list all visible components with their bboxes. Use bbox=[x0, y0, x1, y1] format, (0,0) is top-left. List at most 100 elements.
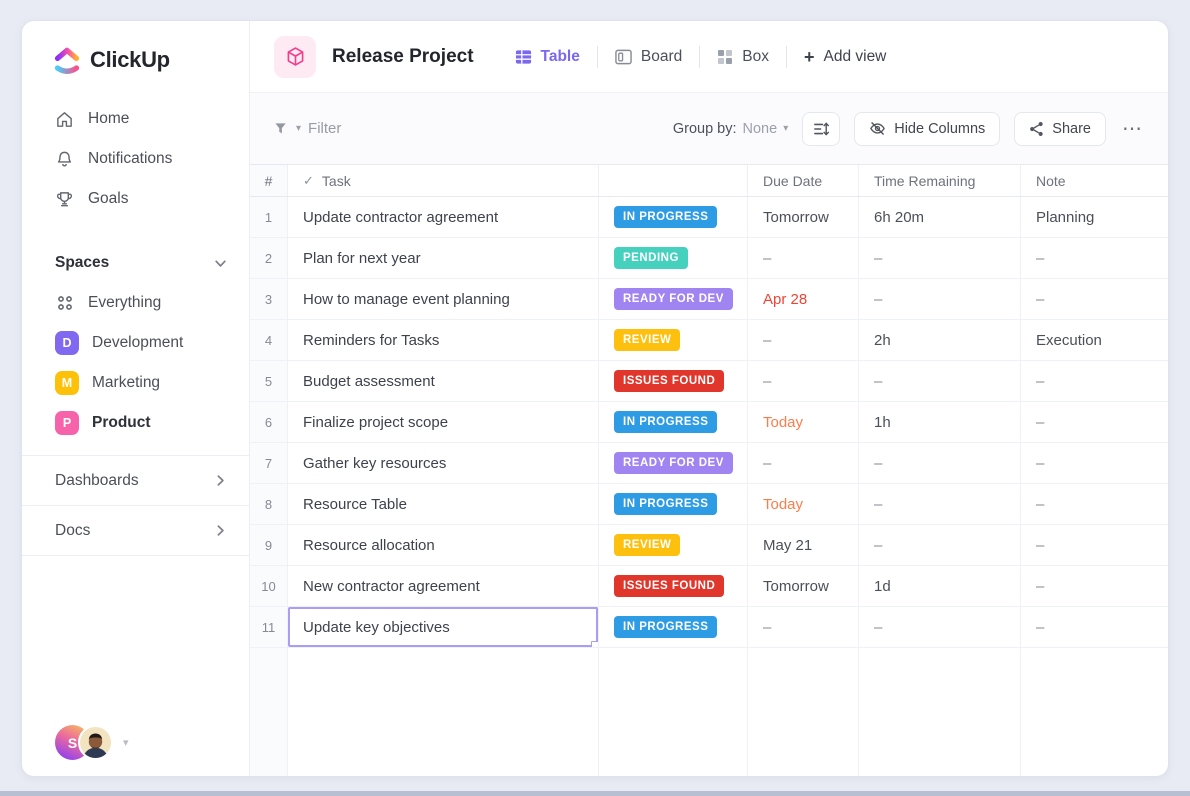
column-header-due-date[interactable]: Due Date bbox=[748, 165, 859, 196]
sidebar-item-dashboards[interactable]: Dashboards bbox=[22, 456, 249, 505]
due-date-cell[interactable]: – bbox=[748, 238, 859, 278]
table-row[interactable]: 9 Resource allocation REVIEW May 21 – – bbox=[250, 525, 1168, 566]
teammate-avatar[interactable] bbox=[78, 725, 113, 760]
task-name-cell[interactable]: Plan for next year bbox=[288, 238, 599, 278]
task-name-cell[interactable]: New contractor agreement bbox=[288, 566, 599, 606]
task-name-cell[interactable]: Update key objectives bbox=[288, 607, 599, 647]
avatar-menu-caret[interactable]: ▾ bbox=[123, 736, 129, 749]
time-remaining-cell[interactable]: – bbox=[859, 361, 1021, 401]
column-header-note[interactable]: Note bbox=[1021, 165, 1168, 196]
more-options-button[interactable]: ⋯ bbox=[1122, 119, 1144, 139]
due-date-cell[interactable]: – bbox=[748, 320, 859, 360]
sidebar-item-development[interactable]: D Development bbox=[22, 323, 249, 363]
status-cell[interactable]: IN PROGRESS bbox=[599, 197, 748, 237]
table-row[interactable]: 11 Update key objectives IN PROGRESS – –… bbox=[250, 607, 1168, 648]
table-row[interactable]: 8 Resource Table IN PROGRESS Today – – bbox=[250, 484, 1168, 525]
table-row[interactable]: 6 Finalize project scope IN PROGRESS Tod… bbox=[250, 402, 1168, 443]
column-header-time-remaining[interactable]: Time Remaining bbox=[859, 165, 1021, 196]
time-remaining-cell[interactable]: – bbox=[859, 238, 1021, 278]
task-name-cell[interactable]: Update contractor agreement bbox=[288, 197, 599, 237]
due-date-cell[interactable]: Tomorrow bbox=[748, 197, 859, 237]
due-date-cell[interactable]: Tomorrow bbox=[748, 566, 859, 606]
table-row[interactable]: 5 Budget assessment ISSUES FOUND – – – bbox=[250, 361, 1168, 402]
hide-columns-button[interactable]: Hide Columns bbox=[854, 112, 1000, 146]
due-date-cell[interactable]: – bbox=[748, 361, 859, 401]
table-row[interactable]: 7 Gather key resources READY FOR DEV – –… bbox=[250, 443, 1168, 484]
note-cell[interactable]: – bbox=[1021, 361, 1168, 401]
table-row[interactable]: 1 Update contractor agreement IN PROGRES… bbox=[250, 197, 1168, 238]
status-badge[interactable]: READY FOR DEV bbox=[614, 452, 733, 474]
tab-board-view[interactable]: Board bbox=[598, 48, 699, 66]
table-row[interactable]: 4 Reminders for Tasks REVIEW – 2h Execut… bbox=[250, 320, 1168, 361]
status-cell[interactable]: READY FOR DEV bbox=[599, 279, 748, 319]
note-cell[interactable]: – bbox=[1021, 566, 1168, 606]
time-remaining-cell[interactable]: 1d bbox=[859, 566, 1021, 606]
note-cell[interactable]: – bbox=[1021, 443, 1168, 483]
status-cell[interactable]: REVIEW bbox=[599, 525, 748, 565]
note-cell[interactable]: Planning bbox=[1021, 197, 1168, 237]
due-date-cell[interactable]: Apr 28 bbox=[748, 279, 859, 319]
note-cell[interactable]: – bbox=[1021, 279, 1168, 319]
status-cell[interactable]: IN PROGRESS bbox=[599, 484, 748, 524]
time-remaining-cell[interactable]: – bbox=[859, 484, 1021, 524]
status-badge[interactable]: ISSUES FOUND bbox=[614, 370, 724, 392]
sidebar-item-everything[interactable]: Everything bbox=[22, 283, 249, 323]
note-cell[interactable]: – bbox=[1021, 402, 1168, 442]
status-cell[interactable]: ISSUES FOUND bbox=[599, 566, 748, 606]
due-date-cell[interactable]: – bbox=[748, 607, 859, 647]
status-badge[interactable]: PENDING bbox=[614, 247, 688, 269]
filter-button[interactable]: ▾ Filter bbox=[274, 120, 341, 137]
share-button[interactable]: Share bbox=[1014, 112, 1106, 146]
column-header-status[interactable] bbox=[599, 165, 748, 196]
sidebar-item-docs[interactable]: Docs bbox=[22, 506, 249, 555]
task-name-cell[interactable]: How to manage event planning bbox=[288, 279, 599, 319]
task-name-cell[interactable]: Reminders for Tasks bbox=[288, 320, 599, 360]
status-cell[interactable]: READY FOR DEV bbox=[599, 443, 748, 483]
column-header-task[interactable]: ✓ Task bbox=[288, 165, 599, 196]
sidebar-item-home[interactable]: Home bbox=[22, 99, 249, 139]
note-cell[interactable]: – bbox=[1021, 238, 1168, 278]
status-badge[interactable]: REVIEW bbox=[614, 534, 680, 556]
status-badge[interactable]: READY FOR DEV bbox=[614, 288, 733, 310]
status-cell[interactable]: REVIEW bbox=[599, 320, 748, 360]
group-by-control[interactable]: Group by: None ▾ bbox=[673, 121, 788, 137]
spaces-section-header[interactable]: Spaces bbox=[22, 243, 249, 283]
status-badge[interactable]: IN PROGRESS bbox=[614, 493, 717, 515]
clickup-logo[interactable]: ClickUp bbox=[22, 45, 249, 75]
table-row[interactable]: 3 How to manage event planning READY FOR… bbox=[250, 279, 1168, 320]
sidebar-item-notifications[interactable]: Notifications bbox=[22, 139, 249, 179]
status-cell[interactable]: PENDING bbox=[599, 238, 748, 278]
status-badge[interactable]: IN PROGRESS bbox=[614, 411, 717, 433]
task-name-cell[interactable]: Resource Table bbox=[288, 484, 599, 524]
due-date-cell[interactable]: Today bbox=[748, 402, 859, 442]
note-cell[interactable]: – bbox=[1021, 484, 1168, 524]
task-name-cell[interactable]: Finalize project scope bbox=[288, 402, 599, 442]
sidebar-item-marketing[interactable]: M Marketing bbox=[22, 363, 249, 403]
tab-box-view[interactable]: Box bbox=[700, 48, 786, 66]
status-badge[interactable]: IN PROGRESS bbox=[614, 616, 717, 638]
add-view-button[interactable]: + Add view bbox=[787, 48, 903, 66]
time-remaining-cell[interactable]: – bbox=[859, 607, 1021, 647]
due-date-cell[interactable]: – bbox=[748, 443, 859, 483]
status-cell[interactable]: IN PROGRESS bbox=[599, 402, 748, 442]
time-remaining-cell[interactable]: – bbox=[859, 279, 1021, 319]
sidebar-item-product[interactable]: P Product bbox=[22, 403, 249, 443]
time-remaining-cell[interactable]: 1h bbox=[859, 402, 1021, 442]
table-row[interactable]: 2 Plan for next year PENDING – – – bbox=[250, 238, 1168, 279]
task-name-cell[interactable]: Budget assessment bbox=[288, 361, 599, 401]
sort-settings-button[interactable] bbox=[802, 112, 840, 146]
time-remaining-cell[interactable]: 2h bbox=[859, 320, 1021, 360]
time-remaining-cell[interactable]: 6h 20m bbox=[859, 197, 1021, 237]
due-date-cell[interactable]: Today bbox=[748, 484, 859, 524]
status-badge[interactable]: REVIEW bbox=[614, 329, 680, 351]
status-badge[interactable]: IN PROGRESS bbox=[614, 206, 717, 228]
note-cell[interactable]: – bbox=[1021, 607, 1168, 647]
tab-table-view[interactable]: Table bbox=[498, 48, 597, 66]
task-name-cell[interactable]: Gather key resources bbox=[288, 443, 599, 483]
status-cell[interactable]: IN PROGRESS bbox=[599, 607, 748, 647]
time-remaining-cell[interactable]: – bbox=[859, 525, 1021, 565]
note-cell[interactable]: Execution bbox=[1021, 320, 1168, 360]
column-header-number[interactable]: # bbox=[250, 165, 288, 196]
status-cell[interactable]: ISSUES FOUND bbox=[599, 361, 748, 401]
note-cell[interactable]: – bbox=[1021, 525, 1168, 565]
